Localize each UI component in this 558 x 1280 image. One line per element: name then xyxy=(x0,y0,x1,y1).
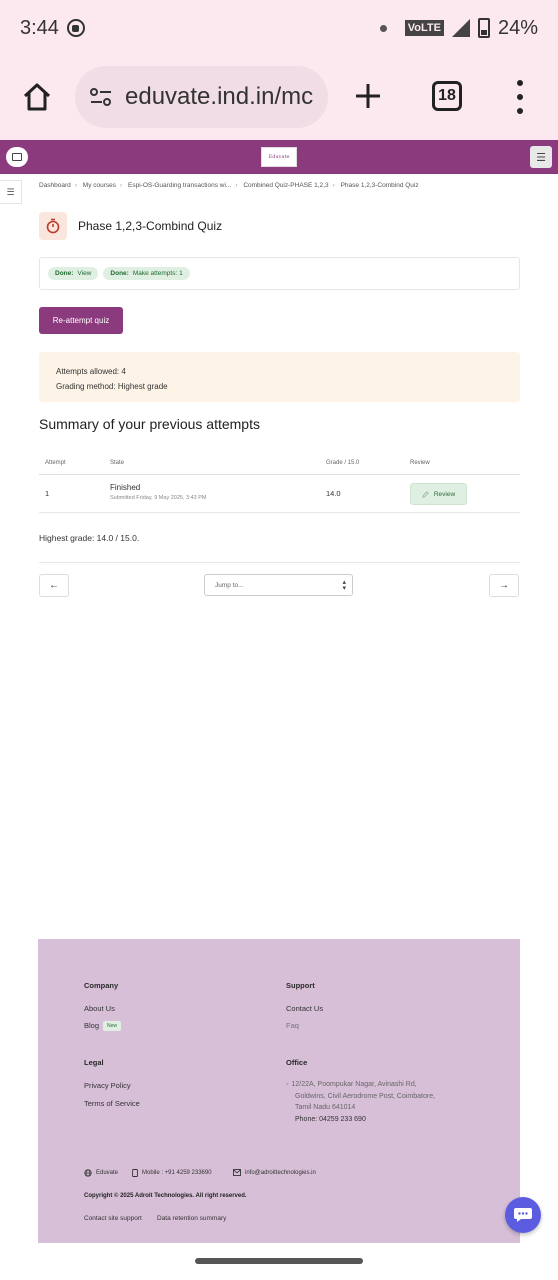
completion-badge-attempts: Done: Make attempts: 1 xyxy=(103,267,190,280)
footer-contact-link[interactable]: Contact Us xyxy=(286,1004,323,1013)
footer-legal-heading: Legal xyxy=(84,1058,104,1067)
screen-record-icon xyxy=(66,19,85,37)
course-index-toggle-icon[interactable]: ☰ xyxy=(0,180,22,204)
hamburger-menu-icon[interactable]: ☰ xyxy=(530,146,552,168)
battery-icon xyxy=(477,18,490,38)
signal-icon xyxy=(451,19,470,37)
status-indicators: VoLTE 24% xyxy=(379,16,538,40)
review-button[interactable]: Review xyxy=(410,483,467,505)
breadcrumb-item[interactable]: My courses xyxy=(83,182,116,189)
table-header: Attempt State Grade / 15.0 Review xyxy=(39,452,520,475)
drawer-toggle-button[interactable] xyxy=(6,147,28,167)
home-icon[interactable] xyxy=(22,82,52,112)
status-bar: 3:44 VoLTE 24% xyxy=(0,0,558,56)
contact-site-support-link[interactable]: Contact site support xyxy=(84,1215,142,1222)
new-badge: New xyxy=(103,1021,122,1032)
header-review: Review xyxy=(410,460,430,466)
notification-dot-icon xyxy=(379,24,387,32)
data-retention-link[interactable]: Data retention summary xyxy=(157,1215,226,1222)
summary-heading: Summary of your previous attempts xyxy=(39,416,260,432)
globe-icon xyxy=(84,1169,92,1177)
footer-about-link[interactable]: About Us xyxy=(84,1004,115,1013)
quiz-info-box: Attempts allowed: 4 Grading method: High… xyxy=(39,352,520,402)
attempt-number: 1 xyxy=(45,489,50,498)
breadcrumb-item[interactable]: Phase 1,2,3-Combind Quiz xyxy=(341,182,419,189)
footer-brand: Eduvate xyxy=(84,1169,118,1177)
highest-grade: Highest grade: 14.0 / 15.0. xyxy=(39,533,140,543)
office-address: ◦ 12/22A, Poompukar Nagar, Avinashi Rd, G… xyxy=(286,1079,476,1125)
url-text: eduvate.ind.in/mc xyxy=(125,83,314,110)
mail-icon xyxy=(233,1169,241,1176)
office-phone: Phone: 04259 233 690 xyxy=(295,1115,366,1123)
phone-icon xyxy=(132,1169,138,1177)
table-row: 1 Finished Submitted Friday, 9 May 2025,… xyxy=(39,475,520,513)
browser-toolbar: eduvate.ind.in/mc 18 xyxy=(0,56,558,140)
footer-company-heading: Company xyxy=(84,981,119,990)
attempt-state: Finished Submitted Friday, 9 May 2025, 3… xyxy=(110,483,207,501)
attempts-table: Attempt State Grade / 15.0 Review 1 Fini… xyxy=(39,452,520,513)
header-state: State xyxy=(110,460,125,466)
site-footer: Company About Us Blog New Support Contact… xyxy=(38,939,520,1243)
completion-badge-view: Done: View xyxy=(48,267,99,280)
site-logo[interactable]: Eduvate xyxy=(261,147,297,167)
attempts-allowed: Attempts allowed: 4 xyxy=(56,367,126,376)
previous-activity-button[interactable]: ← xyxy=(39,574,69,597)
footer-support-heading: Support xyxy=(286,981,315,990)
divider xyxy=(39,562,520,563)
breadcrumb-item[interactable]: Combined Quiz-PHASE 1,2,3 xyxy=(243,182,328,189)
next-activity-button[interactable]: → xyxy=(489,574,519,597)
footer-mobile[interactable]: Mobile : +91 4259 233690 xyxy=(132,1169,212,1177)
battery-percent: 24% xyxy=(497,16,538,39)
volte-badge: VoLTE xyxy=(404,20,444,36)
header-grade: Grade / 15.0 xyxy=(326,460,360,466)
breadcrumb-item[interactable]: Espi-OS-Guarding transactions wi... xyxy=(128,182,231,189)
quiz-stopwatch-icon xyxy=(39,212,67,240)
footer-privacy-link[interactable]: Privacy Policy xyxy=(84,1081,131,1090)
activity-completion: Done: View Done: Make attempts: 1 xyxy=(39,257,520,290)
address-bar[interactable]: eduvate.ind.in/mc xyxy=(75,66,328,128)
footer-blog-link[interactable]: Blog New xyxy=(84,1021,122,1032)
select-arrows-icon: ▴ ▾ xyxy=(342,579,346,592)
header-attempt: Attempt xyxy=(45,460,66,466)
breadcrumb-item[interactable]: Dashboard xyxy=(39,182,71,189)
pencil-icon xyxy=(422,490,429,498)
site-settings-icon[interactable] xyxy=(89,87,113,107)
footer-email[interactable]: info@adroittechnologies.in xyxy=(233,1169,316,1176)
attempt-grade: 14.0 xyxy=(326,489,341,498)
breadcrumb: Dashboard › My courses › Espi-OS-Guarding … xyxy=(39,182,419,189)
page-title: Phase 1,2,3-Combind Quiz xyxy=(78,219,223,233)
chat-bubble-icon xyxy=(514,1208,532,1222)
tab-switcher-button[interactable]: 18 xyxy=(432,81,462,111)
location-pin-icon: ◦ xyxy=(286,1081,289,1088)
site-navbar: Eduvate ☰ xyxy=(0,140,558,174)
attempt-submitted: Submitted Friday, 9 May 2025, 3:43 PM xyxy=(110,495,207,501)
footer-faq-link[interactable]: Faq xyxy=(286,1021,299,1030)
grading-method: Grading method: Highest grade xyxy=(56,382,168,391)
status-time: 3:44 xyxy=(20,16,59,39)
footer-office-heading: Office xyxy=(286,1058,308,1067)
new-tab-icon[interactable] xyxy=(354,82,382,110)
footer-terms-link[interactable]: Terms of Service xyxy=(84,1099,140,1108)
jump-to-select[interactable]: Jump to... ▴ ▾ xyxy=(204,574,353,596)
chat-support-button[interactable] xyxy=(505,1197,541,1233)
gesture-home-indicator[interactable] xyxy=(195,1258,363,1264)
copyright: Copyright © 2025 Adroit Technologies. Al… xyxy=(84,1193,247,1199)
reattempt-quiz-button[interactable]: Re-attempt quiz xyxy=(39,307,123,334)
more-options-icon[interactable] xyxy=(515,80,525,114)
